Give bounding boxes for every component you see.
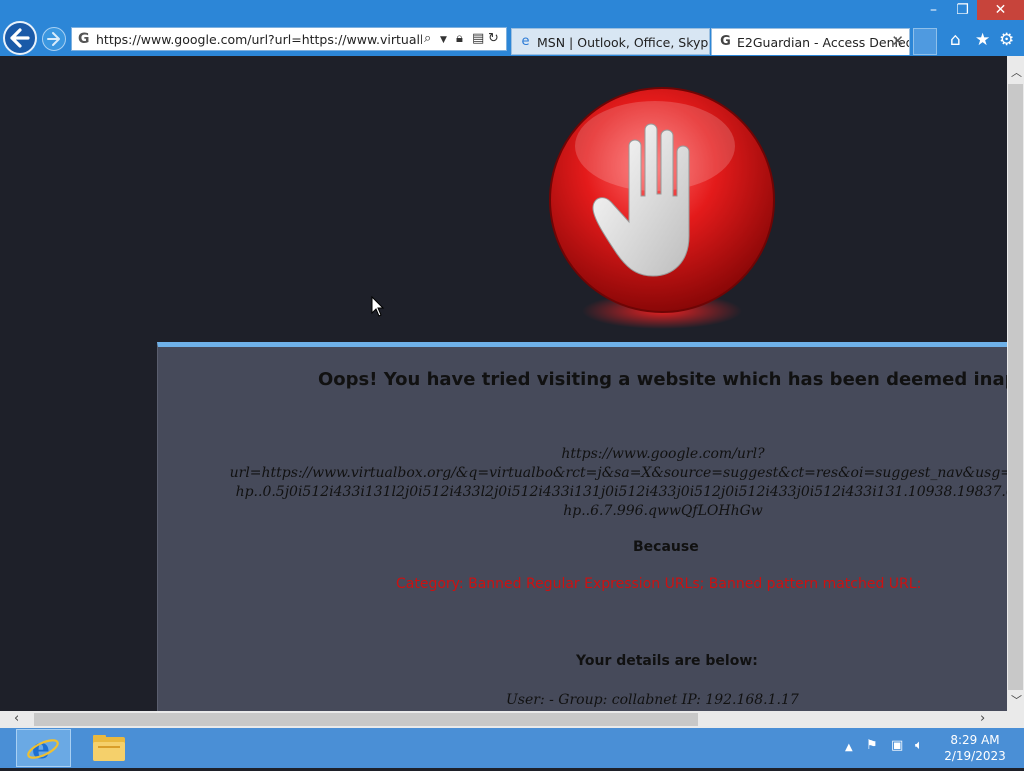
dropdown-arrow-icon[interactable]: ▼	[440, 35, 447, 45]
scroll-up-icon[interactable]: ︿	[1011, 64, 1022, 80]
page-title: Oops! You have tried visiting a website …	[318, 369, 1007, 390]
new-tab-button[interactable]	[913, 28, 937, 55]
details-label: Your details are below:	[576, 653, 758, 669]
folder-icon	[93, 735, 125, 761]
horizontal-scrollbar[interactable]: ‹ ›	[0, 711, 1007, 728]
blocked-url-line: https://www.google.com/url?	[561, 446, 765, 462]
scrollbar-corner	[1007, 711, 1024, 728]
tab-label: E2Guardian - Access Denied	[737, 35, 910, 50]
address-input[interactable]	[96, 30, 422, 48]
forward-button[interactable]	[42, 27, 66, 51]
settings-gear-icon[interactable]: ⚙	[999, 30, 1014, 50]
compatibility-view-icon[interactable]: ▤	[472, 31, 484, 46]
blocked-url-line: hp..6.7.996.qwwQfLOHhGw	[563, 503, 763, 519]
scroll-left-icon[interactable]: ‹	[14, 711, 19, 726]
stop-hand-icon	[545, 86, 785, 340]
tab-msn[interactable]: e MSN | Outlook, Office, Skype, ...	[511, 28, 710, 55]
horizontal-scroll-thumb[interactable]	[34, 713, 698, 726]
taskbar: e ▲ ⚑ ▣ 🔈︎ 8:29 AM 2/19/2023	[0, 728, 1024, 768]
blocked-url-line: url=https://www.virtualbox.org/&q=virtua…	[229, 465, 1007, 481]
google-favicon-icon: G	[78, 31, 90, 47]
search-icon[interactable]: ⌕	[424, 31, 431, 46]
vertical-scrollbar[interactable]: ︿ ﹀	[1007, 56, 1024, 711]
scroll-right-icon[interactable]: ›	[980, 711, 985, 726]
clock-time: 8:29 AM	[950, 733, 1000, 747]
close-tab-icon[interactable]: ✕	[891, 32, 904, 50]
block-reason: Category: Banned Regular Expression URLs…	[396, 576, 922, 592]
ie-icon: e	[521, 34, 530, 49]
back-arrow-icon	[10, 28, 30, 48]
tab-access-denied[interactable]: G E2Guardian - Access Denied ✕	[711, 28, 910, 55]
clock-date: 2/19/2023	[944, 749, 1006, 763]
access-denied-panel: Oops! You have tried visiting a website …	[157, 342, 1007, 711]
taskbar-explorer-button[interactable]	[82, 729, 137, 767]
favorites-star-icon[interactable]: ★	[975, 30, 990, 50]
lock-icon[interactable]: 🔒︎	[456, 31, 463, 46]
show-hidden-icons-icon[interactable]: ▲	[845, 742, 853, 753]
svg-text:e: e	[32, 732, 50, 765]
google-icon: G	[720, 34, 731, 49]
browser-toolbar: – ❐ ✕ G ⌕ ▼ 🔒︎ ▤ ↻ e MSN | Outlook, Offi…	[0, 0, 1024, 56]
network-icon[interactable]: ▣	[891, 738, 903, 753]
window-controls: – ❐ ✕	[919, 0, 1024, 22]
volume-muted-icon[interactable]: 🔈︎	[915, 738, 923, 753]
back-button[interactable]	[3, 21, 37, 55]
user-details: User: - Group: collabnet IP: 192.168.1.1…	[506, 692, 799, 708]
home-icon[interactable]: ⌂	[950, 30, 961, 50]
page-content: Oops! You have tried visiting a website …	[0, 56, 1007, 711]
vertical-scroll-thumb[interactable]	[1008, 84, 1023, 690]
scroll-down-icon[interactable]: ﹀	[1011, 692, 1022, 708]
internet-explorer-icon: e	[27, 732, 59, 765]
system-clock[interactable]: 8:29 AM 2/19/2023	[940, 732, 1010, 764]
minimize-button[interactable]: –	[919, 0, 948, 20]
restore-button[interactable]: ❐	[948, 0, 977, 20]
blocked-url: https://www.google.com/url? url=https://…	[158, 445, 1007, 521]
because-label: Because	[633, 539, 699, 555]
address-bar[interactable]: G ⌕ ▼ 🔒︎ ▤ ↻	[71, 27, 507, 51]
taskbar-ie-button[interactable]: e	[16, 729, 71, 767]
forward-arrow-icon	[47, 32, 60, 46]
refresh-icon[interactable]: ↻	[488, 31, 499, 46]
blocked-url-line: hp..0.5j0i512i433i131l2j0i512i433l2j0i51…	[235, 484, 1007, 500]
mouse-cursor-icon	[371, 296, 385, 317]
close-window-button[interactable]: ✕	[977, 0, 1024, 20]
action-center-flag-icon[interactable]: ⚑	[866, 738, 878, 753]
tab-label: MSN | Outlook, Office, Skype, ...	[537, 35, 709, 50]
